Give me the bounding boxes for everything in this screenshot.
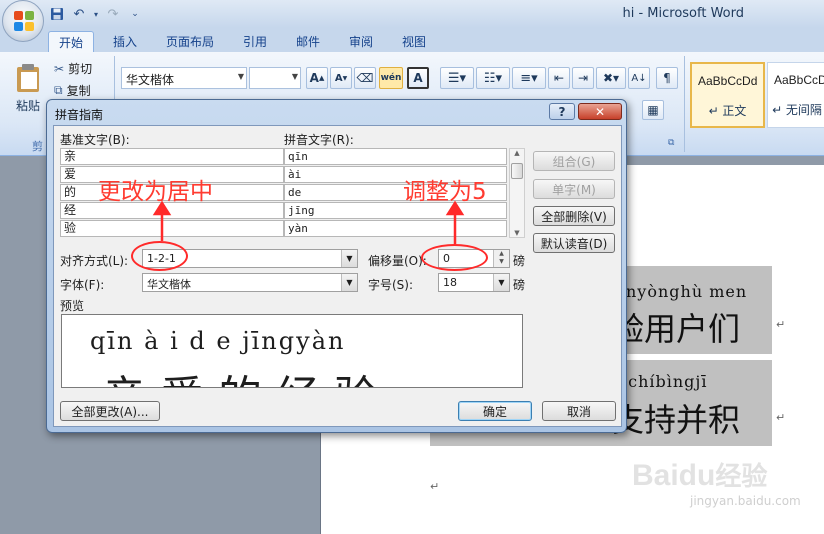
arrow-right xyxy=(445,200,465,244)
annotation-arrows xyxy=(152,200,465,244)
arrow-left xyxy=(152,200,172,241)
